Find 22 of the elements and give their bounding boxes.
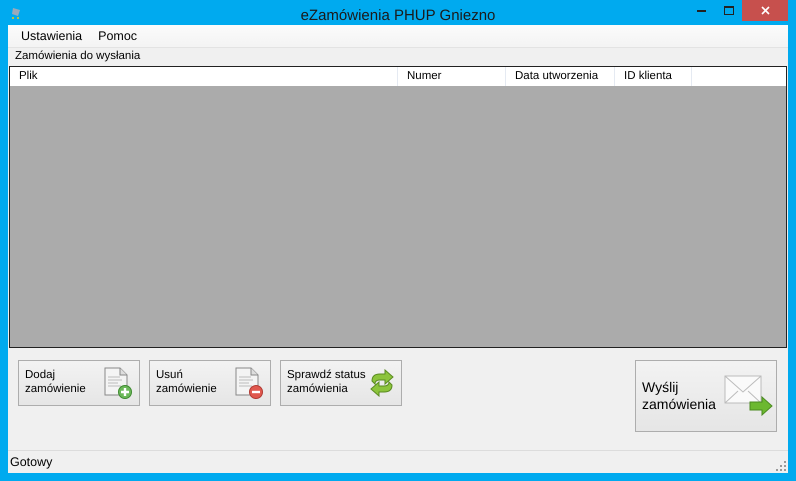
status-text: Gotowy bbox=[10, 455, 52, 469]
document-add-icon bbox=[103, 367, 133, 399]
column-header[interactable]: Plik bbox=[10, 67, 398, 86]
close-icon bbox=[760, 6, 770, 15]
resize-grip-icon bbox=[776, 461, 786, 471]
add-button[interactable]: Dodaj zamówienie bbox=[18, 360, 140, 406]
envelope-send-icon bbox=[724, 375, 774, 417]
group-label: Zamówienia do wysłania bbox=[14, 49, 142, 64]
close-button[interactable] bbox=[742, 0, 788, 21]
refresh-button[interactable]: Sprawdź status zamówienia bbox=[280, 360, 402, 406]
document-remove-icon bbox=[234, 367, 264, 399]
column-header[interactable]: Numer bbox=[398, 67, 506, 86]
minimize-icon bbox=[697, 9, 706, 12]
column-header[interactable]: Data utworzenia bbox=[506, 67, 615, 86]
remove-button[interactable]: Usuń zamówienie bbox=[149, 360, 271, 406]
maximize-icon bbox=[724, 6, 734, 15]
refresh-icon bbox=[369, 369, 395, 397]
window-title: eZamówienia PHUP Gniezno bbox=[300, 7, 496, 24]
menu-item[interactable]: Ustawienia bbox=[13, 27, 90, 45]
send-button[interactable]: Wyślij zamówienia bbox=[635, 360, 777, 432]
column-header[interactable]: ID klienta bbox=[615, 67, 692, 86]
menu-item[interactable]: Pomoc bbox=[90, 27, 146, 45]
